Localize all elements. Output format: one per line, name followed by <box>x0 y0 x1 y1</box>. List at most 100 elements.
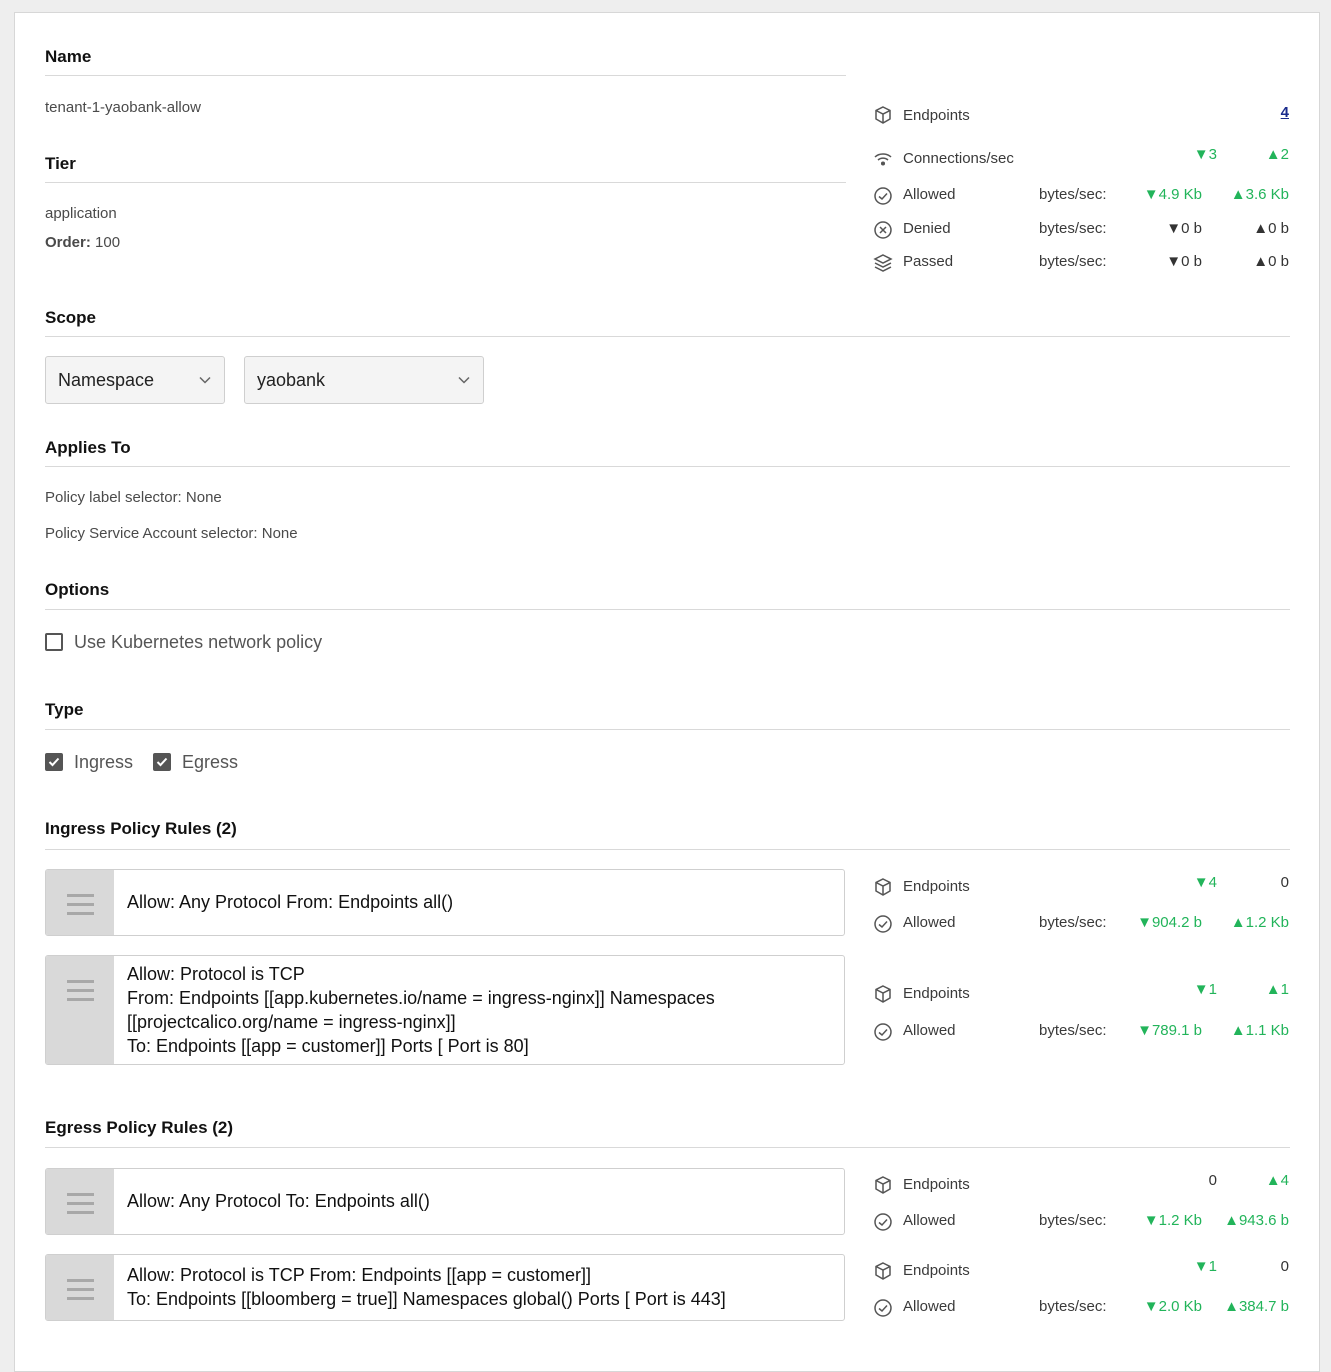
rule-text: Allow: Protocol is TCP From: Endpoints [… <box>127 964 715 1056</box>
allowed-unit: bytes/sec: <box>1039 1022 1107 1039</box>
ingress-rules-heading: Ingress Policy Rules (2) <box>45 819 237 838</box>
allowed-label: Allowed <box>903 1212 956 1229</box>
allowed-unit: bytes/sec: <box>1039 1212 1107 1229</box>
endpoints-down: ▼1 <box>1193 1258 1217 1275</box>
cube-icon <box>873 984 893 1004</box>
bytes-up: ▲1.1 Kb <box>1230 1022 1289 1039</box>
bytes-up: ▲943.6 b <box>1224 1212 1289 1229</box>
ingress-rule-1[interactable]: Allow: Any Protocol From: Endpoints all(… <box>45 869 845 936</box>
service-account-selector: Policy Service Account selector: None <box>45 525 298 542</box>
policy-details-card: Name tenant-1-yaobank-allow Tier applica… <box>14 12 1320 1372</box>
allowed-unit: bytes/sec: <box>1039 914 1107 931</box>
ingress-label: Ingress <box>74 752 134 772</box>
wifi-icon <box>873 149 893 169</box>
endpoints-label: Endpoints <box>903 1262 970 1279</box>
order-label: Order: <box>45 234 91 251</box>
namespace-value: yaobank <box>257 369 326 390</box>
ingress-checkbox[interactable] <box>45 753 63 771</box>
scope-type-value: Namespace <box>58 369 155 390</box>
scope-heading: Scope <box>45 308 97 327</box>
chevron-down-icon <box>199 376 211 384</box>
endpoints-label: Endpoints <box>903 878 970 895</box>
endpoints-up: ▲4 <box>1265 1172 1289 1189</box>
ingress-rule-2[interactable]: Allow: Protocol is TCP From: Endpoints [… <box>45 955 845 1065</box>
denied-up: ▲0 b <box>1253 220 1289 237</box>
passed-unit: bytes/sec: <box>1039 253 1107 270</box>
egress-rule-1[interactable]: Allow: Any Protocol To: Endpoints all() <box>45 1168 845 1235</box>
divider <box>45 729 1290 730</box>
divider <box>45 609 1290 610</box>
k8s-policy-label: Use Kubernetes network policy <box>74 632 323 652</box>
endpoints-up: ▲1 <box>1265 981 1289 998</box>
allowed-label: Allowed <box>903 1022 956 1039</box>
name-heading: Name <box>45 47 92 66</box>
divider <box>45 75 846 76</box>
options-heading: Options <box>45 580 110 599</box>
check-circle-icon <box>873 1212 893 1232</box>
endpoints-up: 0 <box>1280 1258 1289 1275</box>
rule-text: Allow: Any Protocol To: Endpoints all() <box>127 1191 430 1211</box>
drag-handle-icon[interactable] <box>46 1169 114 1234</box>
rule-text: Allow: Any Protocol From: Endpoints all(… <box>127 892 454 912</box>
cube-icon <box>873 1175 893 1195</box>
denied-down: ▼0 b <box>1166 220 1202 237</box>
allowed-label: Allowed <box>903 1298 956 1315</box>
tier-heading: Tier <box>45 154 76 173</box>
scope-type-select[interactable]: Namespace <box>45 356 225 404</box>
divider <box>45 1147 1290 1148</box>
passed-up: ▲0 b <box>1253 253 1289 270</box>
allowed-up: ▲3.6 Kb <box>1230 186 1289 203</box>
applies-to-heading: Applies To <box>45 438 131 457</box>
chevron-down-icon <box>458 376 470 384</box>
egress-rules-heading: Egress Policy Rules (2) <box>45 1118 234 1137</box>
allowed-unit: bytes/sec: <box>1039 186 1107 203</box>
drag-handle-icon[interactable] <box>46 1255 114 1320</box>
connections-label: Connections/sec <box>903 150 1014 167</box>
passed-down: ▼0 b <box>1166 253 1202 270</box>
cube-icon <box>873 1261 893 1281</box>
egress-rule-2[interactable]: Allow: Protocol is TCP From: Endpoints [… <box>45 1254 845 1321</box>
k8s-policy-checkbox[interactable] <box>45 633 63 651</box>
rule-text: Allow: Protocol is TCP From: Endpoints [… <box>127 1265 726 1309</box>
divider <box>45 336 1290 337</box>
bytes-down: ▼904.2 b <box>1137 914 1202 931</box>
bytes-up: ▲384.7 b <box>1224 1298 1289 1315</box>
allowed-label: Allowed <box>903 914 956 931</box>
drag-handle-icon[interactable] <box>46 956 114 1064</box>
endpoints-count-link[interactable]: 4 <box>1281 104 1289 121</box>
check-circle-icon <box>873 1298 893 1318</box>
label-selector: Policy label selector: None <box>45 489 222 506</box>
endpoints-down: 0 <box>1208 1172 1217 1189</box>
namespace-select[interactable]: yaobank <box>244 356 484 404</box>
bytes-down: ▼2.0 Kb <box>1143 1298 1202 1315</box>
order-value: 100 <box>95 234 121 251</box>
bytes-down: ▼1.2 Kb <box>1143 1212 1202 1229</box>
connections-down: ▼3 <box>1193 146 1217 163</box>
cube-icon <box>873 105 893 125</box>
connections-up: ▲2 <box>1265 146 1289 163</box>
bytes-down: ▼789.1 b <box>1137 1022 1202 1039</box>
endpoints-label: Endpoints <box>903 1176 970 1193</box>
endpoints-label: Endpoints <box>903 107 970 124</box>
cube-icon <box>873 877 893 897</box>
tier-value: application <box>45 205 117 222</box>
x-circle-icon <box>873 220 893 240</box>
denied-unit: bytes/sec: <box>1039 220 1107 237</box>
denied-label: Denied <box>903 220 951 237</box>
passed-label: Passed <box>903 253 954 270</box>
egress-label: Egress <box>182 752 239 772</box>
drag-handle-icon[interactable] <box>46 870 114 935</box>
layers-icon <box>873 253 893 273</box>
allowed-label: Allowed <box>903 186 956 203</box>
endpoints-down: ▼4 <box>1193 874 1217 891</box>
egress-checkbox[interactable] <box>153 753 171 771</box>
policy-name: tenant-1-yaobank-allow <box>45 99 201 116</box>
endpoints-label: Endpoints <box>903 985 970 1002</box>
endpoints-up: 0 <box>1280 874 1289 891</box>
check-circle-icon <box>873 914 893 934</box>
check-circle-icon <box>873 1022 893 1042</box>
allowed-down: ▼4.9 Kb <box>1143 186 1202 203</box>
check-circle-icon <box>873 186 893 206</box>
order-row: Order: 100 <box>45 234 120 251</box>
bytes-up: ▲1.2 Kb <box>1230 914 1289 931</box>
